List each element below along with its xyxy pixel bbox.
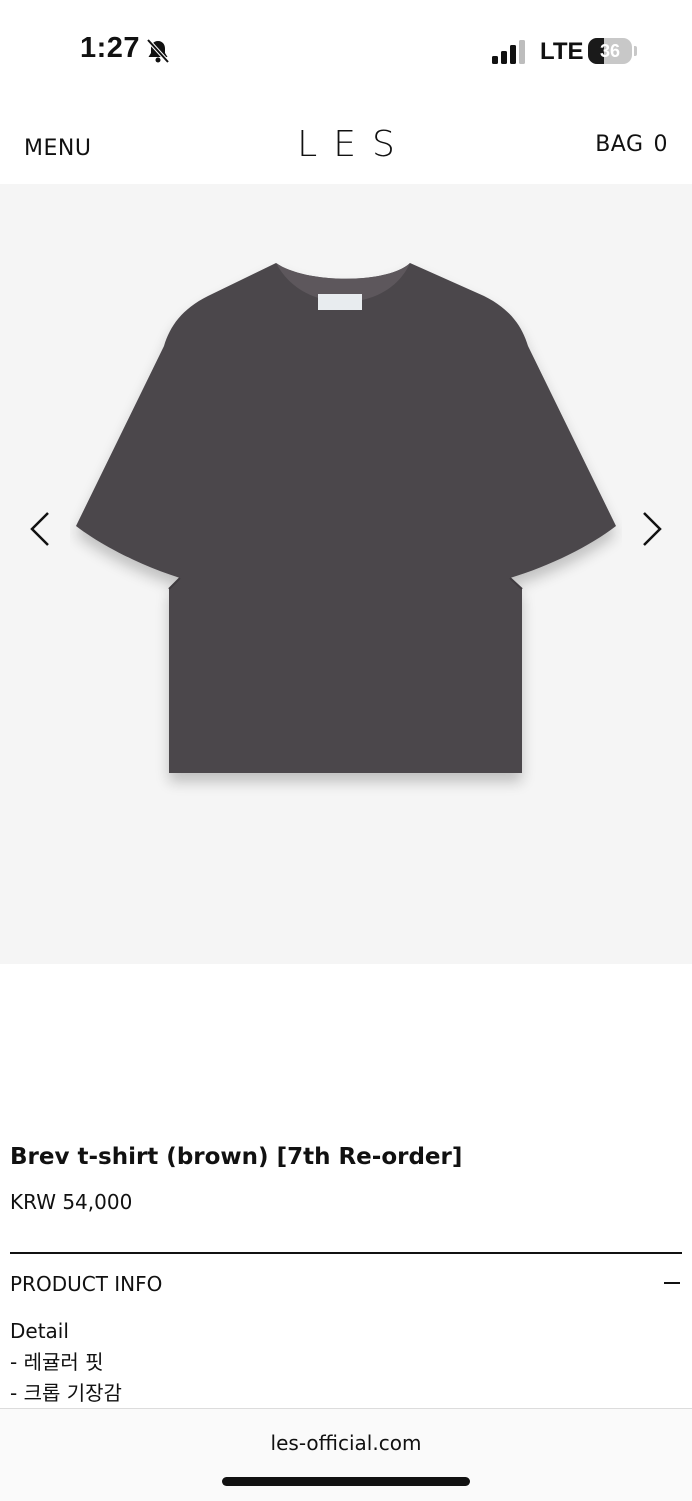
info-line: - 크롭 기장감 — [10, 1381, 122, 1405]
product-title: Brev t-shirt (brown) [7th Re-order] — [10, 1144, 463, 1170]
bag-label: BAG — [595, 132, 644, 157]
battery-cap — [634, 46, 637, 56]
bell-slash-icon — [146, 38, 170, 64]
browser-url-bar[interactable]: les-official.com — [0, 1408, 692, 1501]
info-line: - 레귤러 핏 — [10, 1350, 104, 1374]
status-bar: 1:27 LTE 36 — [0, 0, 692, 104]
product-info-toggle[interactable]: PRODUCT INFO — [10, 1268, 682, 1302]
product-price: KRW 54,000 — [10, 1190, 133, 1214]
bag-count: 0 — [653, 132, 668, 157]
site-header: MENU LES BAG 0 — [0, 104, 692, 184]
product-image — [76, 263, 616, 773]
battery-icon: 36 — [588, 38, 638, 64]
divider — [10, 1252, 682, 1254]
home-indicator[interactable] — [222, 1477, 470, 1486]
chevron-left-icon[interactable] — [26, 509, 54, 549]
info-line: Detail — [10, 1319, 69, 1343]
product-info-body: Detail - 레귤러 핏 - 크롭 기장감 — [10, 1316, 122, 1409]
bag-button[interactable]: BAG 0 — [595, 132, 668, 157]
product-info-title: PRODUCT INFO — [10, 1272, 163, 1296]
chevron-right-icon[interactable] — [638, 509, 666, 549]
brand-logo[interactable]: LES — [0, 124, 692, 165]
minus-icon[interactable] — [664, 1282, 680, 1284]
signal-icon — [492, 40, 525, 64]
status-time: 1:27 — [80, 32, 141, 64]
network-label: LTE — [540, 38, 584, 65]
url-text[interactable]: les-official.com — [0, 1431, 692, 1455]
product-image-gallery[interactable] — [0, 184, 692, 964]
battery-level-text: 36 — [599, 41, 621, 61]
